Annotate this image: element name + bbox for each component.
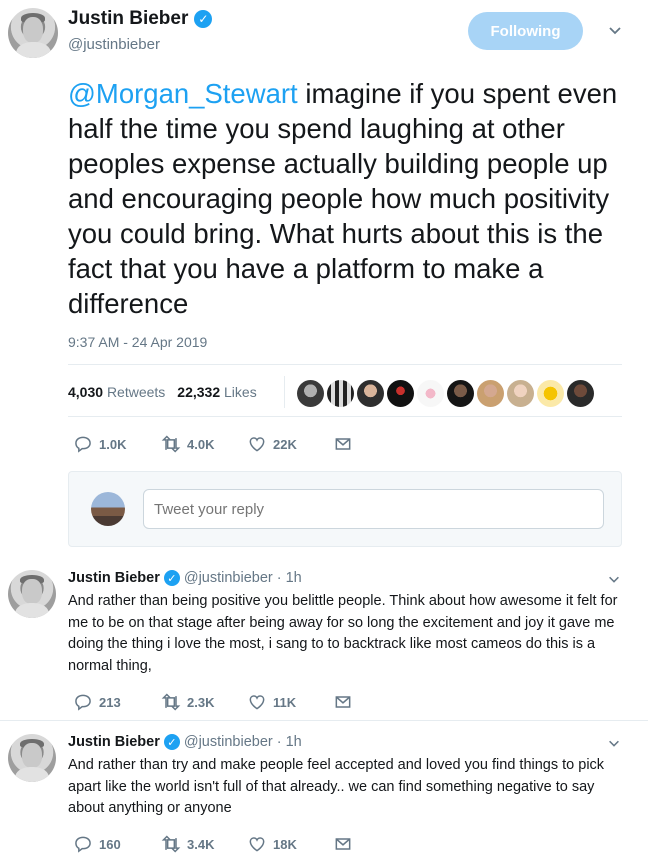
divider xyxy=(0,720,648,721)
reply-actions: 213 2.3K 11K xyxy=(73,692,353,712)
retweet-action[interactable]: 3.4K xyxy=(161,834,247,854)
reply-action[interactable]: 213 xyxy=(73,692,161,712)
likes-count: 22,332 xyxy=(177,384,221,400)
author-name-text[interactable]: Justin Bieber xyxy=(68,8,188,30)
tweet-actions: 1.0K 4.0K 22K xyxy=(73,434,353,454)
reply-author-name[interactable]: Justin Bieber xyxy=(68,734,160,750)
liker-avatar[interactable] xyxy=(297,380,324,407)
tweet-text: @Morgan_Stewart imagine if you spent eve… xyxy=(68,76,628,321)
divider xyxy=(68,364,622,365)
liker-avatar[interactable] xyxy=(537,380,564,407)
retweet-count: 3.4K xyxy=(187,836,215,852)
retweet-count: 2.3K xyxy=(187,694,215,710)
direct-message-action[interactable] xyxy=(333,434,353,454)
reply-text: And rather than being positive you belit… xyxy=(68,593,618,674)
direct-message-action[interactable] xyxy=(333,692,353,712)
like-count: 18K xyxy=(273,836,297,852)
mention-link[interactable]: @Morgan_Stewart xyxy=(68,78,298,109)
like-count: 22K xyxy=(273,436,297,452)
tweet-body: imagine if you spent even half the time … xyxy=(68,78,618,319)
reply-icon xyxy=(75,436,91,453)
reply-time[interactable]: · 1h xyxy=(277,734,302,750)
author-avatar[interactable] xyxy=(8,8,58,58)
liker-avatar[interactable] xyxy=(507,380,534,407)
chevron-down-icon[interactable] xyxy=(607,22,623,43)
reply-icon xyxy=(75,694,91,711)
like-action[interactable]: 18K xyxy=(247,834,333,854)
likers-avatars xyxy=(297,380,594,407)
reply-time[interactable]: · 1h xyxy=(277,570,302,586)
chevron-down-icon[interactable] xyxy=(607,736,621,755)
like-icon xyxy=(249,695,265,710)
reply-header: Justin Bieber ✓ @justinbieber · 1h xyxy=(68,570,302,586)
reply-author-handle[interactable]: @justinbieber xyxy=(184,734,273,750)
reply-count: 160 xyxy=(99,836,121,852)
like-icon xyxy=(249,437,265,452)
current-user-avatar xyxy=(91,492,125,526)
reply-icon xyxy=(75,836,91,853)
reply-count: 213 xyxy=(99,694,121,710)
reply-author-name[interactable]: Justin Bieber xyxy=(68,570,160,586)
liker-avatar[interactable] xyxy=(567,380,594,407)
liker-avatar[interactable] xyxy=(387,380,414,407)
retweet-count: 4.0K xyxy=(187,436,215,452)
direct-message-icon xyxy=(335,696,351,708)
direct-message-icon xyxy=(335,838,351,850)
like-action[interactable]: 11K xyxy=(247,692,333,712)
retweet-icon xyxy=(161,835,181,853)
retweet-action[interactable]: 2.3K xyxy=(161,692,247,712)
author-handle[interactable]: @justinbieber xyxy=(68,36,160,53)
reply-action[interactable]: 160 xyxy=(73,834,161,854)
verified-badge-icon: ✓ xyxy=(194,10,213,28)
liker-avatar[interactable] xyxy=(447,380,474,407)
retweets-count: 4,030 xyxy=(68,384,104,400)
reply-author-avatar[interactable] xyxy=(8,734,56,782)
reply-composer xyxy=(68,471,622,547)
like-count: 11K xyxy=(273,694,297,710)
retweet-icon xyxy=(161,693,181,711)
direct-message-action[interactable] xyxy=(333,834,353,854)
likes-label: Likes xyxy=(224,384,257,400)
liker-avatar[interactable] xyxy=(417,380,444,407)
reply-count: 1.0K xyxy=(99,436,127,452)
verified-badge-icon: ✓ xyxy=(163,734,180,750)
retweet-action[interactable]: 4.0K xyxy=(161,434,247,454)
direct-message-icon xyxy=(335,438,351,450)
liker-avatar[interactable] xyxy=(357,380,384,407)
reply-header: Justin Bieber ✓ @justinbieber · 1h xyxy=(68,734,302,750)
author-name[interactable]: Justin Bieber ✓ xyxy=(68,8,213,30)
reply-actions: 160 3.4K 18K xyxy=(73,834,353,854)
chevron-down-icon[interactable] xyxy=(607,572,621,591)
divider xyxy=(68,416,622,417)
liker-avatar[interactable] xyxy=(477,380,504,407)
reply-input[interactable] xyxy=(143,489,604,529)
likes-stat[interactable]: 22,332 Likes xyxy=(177,384,256,400)
tweet-timestamp[interactable]: 9:37 AM - 24 Apr 2019 xyxy=(68,334,207,350)
retweets-stat[interactable]: 4,030 Retweets xyxy=(68,384,165,400)
like-action[interactable]: 22K xyxy=(247,434,333,454)
stats-separator xyxy=(284,376,285,408)
like-icon xyxy=(249,837,265,852)
tweet-stats: 4,030 Retweets 22,332 Likes xyxy=(68,384,257,400)
reply-text: And rather than try and make people feel… xyxy=(68,757,605,816)
retweet-icon xyxy=(161,435,181,453)
reply-action[interactable]: 1.0K xyxy=(73,434,161,454)
retweets-label: Retweets xyxy=(106,384,166,400)
reply-author-handle[interactable]: @justinbieber xyxy=(184,570,273,586)
reply-author-avatar[interactable] xyxy=(8,570,56,618)
verified-badge-icon: ✓ xyxy=(163,570,180,586)
following-button[interactable]: Following xyxy=(468,12,583,50)
liker-avatar[interactable] xyxy=(327,380,354,407)
